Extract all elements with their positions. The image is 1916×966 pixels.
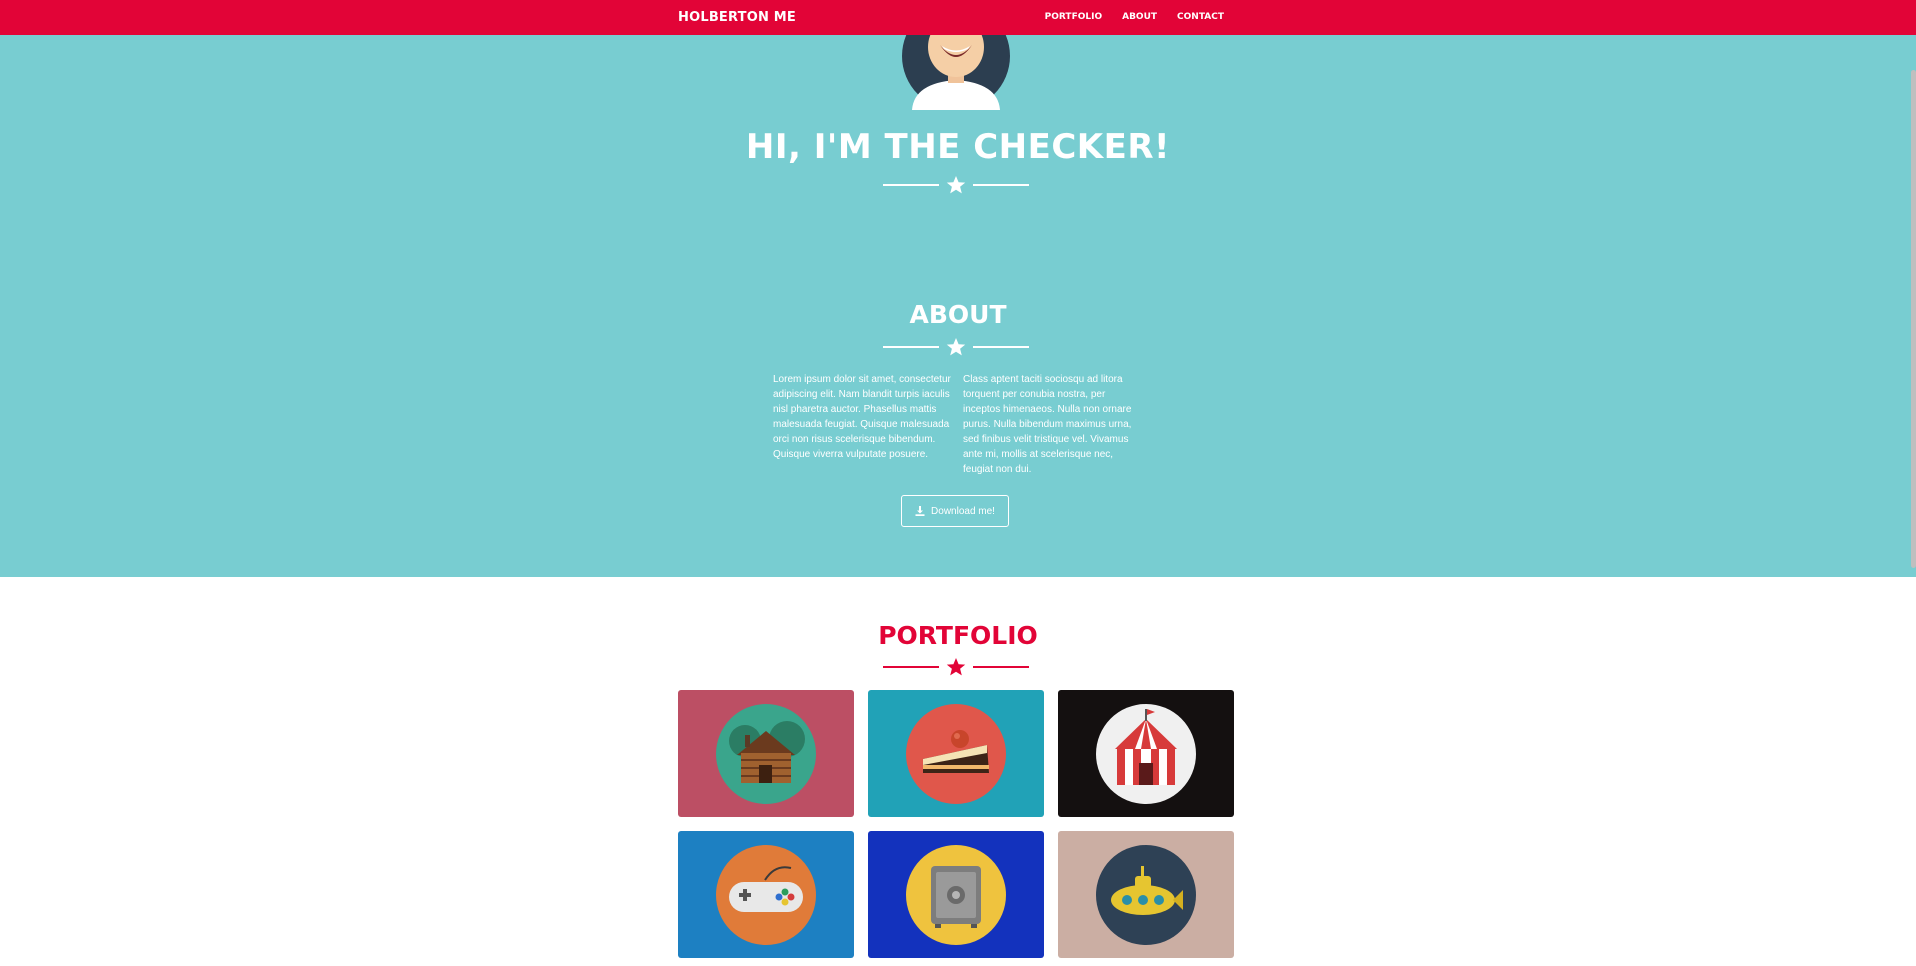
about-text-right: Class aptent taciti sociosqu ad litora t…	[963, 374, 1132, 475]
divider-line	[973, 346, 1029, 348]
portfolio-tile-submarine[interactable]	[1058, 831, 1234, 958]
download-button[interactable]: Download me!	[901, 495, 1009, 527]
about-title: ABOUT	[909, 300, 1007, 329]
cake-icon	[906, 704, 1006, 804]
divider-line	[883, 184, 939, 186]
portfolio-tile-safe[interactable]	[868, 831, 1044, 958]
nav-link-portfolio[interactable]: PORTFOLIO	[1045, 0, 1102, 35]
star-icon	[946, 658, 966, 676]
divider-line	[883, 666, 939, 668]
star-icon	[946, 338, 966, 356]
hero-star-divider	[883, 175, 1029, 195]
portfolio-tile-cake[interactable]	[868, 690, 1044, 817]
about-text-left: Lorem ipsum dolor sit amet, consectetur …	[773, 374, 951, 460]
navbar: HOLBERTON ME PORTFOLIO ABOUT CONTACT	[0, 0, 1916, 35]
divider-line	[973, 184, 1029, 186]
circus-tent-icon	[1096, 704, 1196, 804]
game-controller-icon	[716, 845, 816, 945]
submarine-icon	[1096, 845, 1196, 945]
divider-line	[883, 346, 939, 348]
page-scrollbar[interactable]	[1911, 70, 1916, 568]
avatar-icon	[902, 35, 1010, 110]
portfolio-star-divider	[883, 657, 1029, 677]
portfolio-title: PORTFOLIO	[878, 621, 1038, 650]
cabin-icon	[716, 704, 816, 804]
nav-links: PORTFOLIO ABOUT CONTACT	[1045, 0, 1224, 35]
safe-icon	[906, 845, 1006, 945]
star-icon	[946, 176, 966, 194]
download-icon	[915, 506, 925, 516]
divider-line	[973, 666, 1029, 668]
portfolio-tile-game-controller[interactable]	[678, 831, 854, 958]
nav-link-about[interactable]: ABOUT	[1122, 0, 1157, 35]
portfolio-tile-cabin[interactable]	[678, 690, 854, 817]
download-label: Download me!	[931, 505, 995, 517]
avatar	[902, 35, 1010, 110]
portfolio-tile-circus-tent[interactable]	[1058, 690, 1234, 817]
hero-title: HI, I'M THE CHECKER!	[745, 127, 1171, 167]
brand-link[interactable]: HOLBERTON ME	[678, 0, 796, 35]
about-star-divider	[883, 337, 1029, 357]
nav-link-contact[interactable]: CONTACT	[1177, 0, 1224, 35]
hero-section: HI, I'M THE CHECKER! ABOUT Lorem ipsum d…	[0, 35, 1916, 577]
